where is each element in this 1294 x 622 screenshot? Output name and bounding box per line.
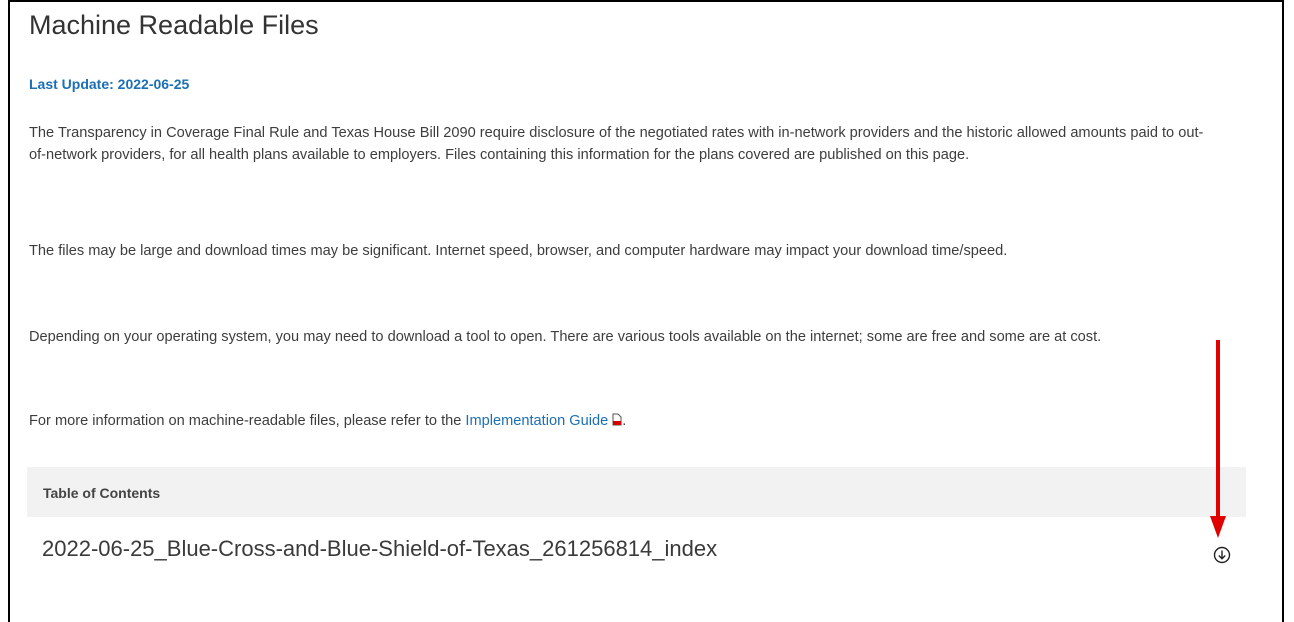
toc-list-item: 2022-06-25_Blue-Cross-and-Blue-Shield-of…	[27, 518, 1246, 578]
guide-paragraph: For more information on machine-readable…	[29, 410, 1209, 432]
download-circle-icon[interactable]	[1213, 546, 1231, 564]
page-title: Machine Readable Files	[29, 10, 319, 40]
download-time-paragraph: The files may be large and download time…	[29, 243, 1008, 259]
pdf-icon	[612, 411, 622, 426]
guide-paragraph-prefix: For more information on machine-readable…	[29, 413, 466, 429]
index-file-link[interactable]: 2022-06-25_Blue-Cross-and-Blue-Shield-of…	[42, 536, 717, 562]
intro-paragraph: The Transparency in Coverage Final Rule …	[29, 125, 1204, 163]
last-update-label: Last Update: 2022-06-25	[29, 76, 190, 92]
implementation-guide-link[interactable]: Implementation Guide	[465, 413, 608, 429]
annotation-arrow-icon	[1209, 340, 1227, 540]
tools-paragraph: Depending on your operating system, you …	[29, 329, 1102, 345]
table-of-contents-header: Table of Contents	[27, 467, 1246, 517]
guide-paragraph-suffix: .	[622, 413, 627, 429]
